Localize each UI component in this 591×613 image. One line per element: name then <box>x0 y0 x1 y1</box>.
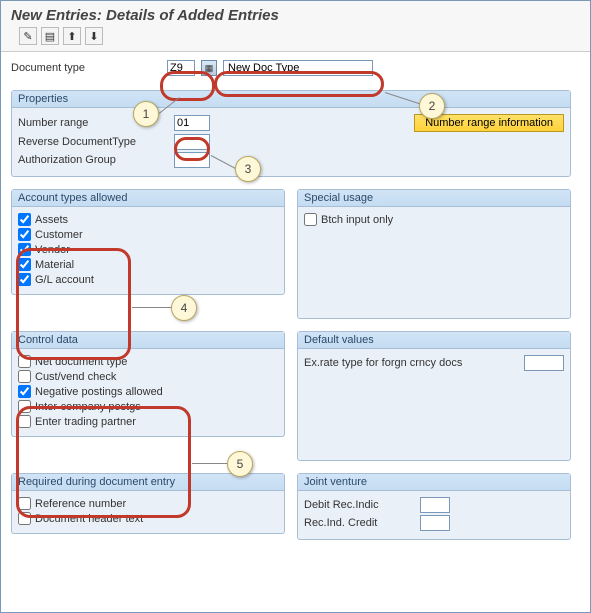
account-type-item: Material <box>18 258 278 271</box>
account-type-item: Customer <box>18 228 278 241</box>
title-bar: New Entries: Details of Added Entries ✎ … <box>1 1 590 52</box>
material-label: Material <box>35 259 74 271</box>
debit-rec-label: Debit Rec.Indic <box>304 499 414 511</box>
negative-postings-checkbox[interactable] <box>18 385 31 398</box>
credit-rec-row: Rec.Ind. Credit <box>304 515 564 531</box>
callout-tag-1: 1 <box>133 101 159 127</box>
cust-vend-check-label: Cust/vend check <box>35 371 116 383</box>
toolbar-next-icon[interactable]: ⬇ <box>85 27 103 45</box>
toolbar: ✎ ▤ ⬆ ⬇ <box>11 24 580 48</box>
content-body: Document type ▦ Properties Number range … <box>1 52 590 560</box>
document-type-search-help-icon[interactable]: ▦ <box>201 60 217 76</box>
control-data-item: Enter trading partner <box>18 415 278 428</box>
reverse-doc-type-input[interactable] <box>174 134 210 150</box>
assets-label: Assets <box>35 214 68 226</box>
reference-number-label: Reference number <box>35 498 126 510</box>
inter-company-checkbox[interactable] <box>18 400 31 413</box>
batch-input-only-label: Btch input only <box>321 214 393 226</box>
account-type-item: Vendor <box>18 243 278 256</box>
default-values-header: Default values <box>298 332 570 349</box>
control-data-item: Cust/vend check <box>18 370 278 383</box>
debit-rec-row: Debit Rec.Indic <box>304 497 564 513</box>
customer-checkbox[interactable] <box>18 228 31 241</box>
control-data-item: Inter-company postgs <box>18 400 278 413</box>
document-type-desc-input[interactable] <box>223 60 373 76</box>
toolbar-change-icon[interactable]: ✎ <box>19 27 37 45</box>
control-data-header: Control data <box>12 332 284 349</box>
callout-tag-2: 2 <box>419 93 445 119</box>
reverse-doc-type-label: Reverse DocumentType <box>18 136 168 148</box>
debit-rec-input[interactable] <box>420 497 450 513</box>
required-entry-item: Document header text <box>18 512 278 525</box>
joint-venture-group: Joint venture Debit Rec.Indic Rec.Ind. C… <box>297 473 571 540</box>
default-values-group: Default values Ex.rate type for forgn cr… <box>297 331 571 461</box>
document-type-code-input[interactable] <box>167 60 195 76</box>
document-type-row: Document type ▦ <box>11 60 582 76</box>
account-type-item: G/L account <box>18 273 278 286</box>
credit-rec-label: Rec.Ind. Credit <box>304 517 414 529</box>
number-range-row: Number range Number range information <box>18 114 564 132</box>
properties-group: Properties Number range Number range inf… <box>11 90 571 177</box>
callout-tag-4: 4 <box>171 295 197 321</box>
reverse-doc-type-row: Reverse DocumentType <box>18 134 564 150</box>
customer-label: Customer <box>35 229 83 241</box>
material-checkbox[interactable] <box>18 258 31 271</box>
gl-account-checkbox[interactable] <box>18 273 31 286</box>
ex-rate-row: Ex.rate type for forgn crncy docs <box>304 355 564 371</box>
negative-postings-label: Negative postings allowed <box>35 386 163 398</box>
auth-group-row: Authorization Group <box>18 152 564 168</box>
auth-group-label: Authorization Group <box>18 154 168 166</box>
page-title: New Entries: Details of Added Entries <box>11 7 580 24</box>
callout-tag-3: 3 <box>235 156 261 182</box>
reference-number-checkbox[interactable] <box>18 497 31 510</box>
net-doc-type-checkbox[interactable] <box>18 355 31 368</box>
special-usage-item: Btch input only <box>304 213 564 226</box>
special-usage-header: Special usage <box>298 190 570 207</box>
properties-header: Properties <box>12 91 570 108</box>
control-data-item: Net document type <box>18 355 278 368</box>
vendor-checkbox[interactable] <box>18 243 31 256</box>
inter-company-label: Inter-company postgs <box>35 401 141 413</box>
assets-checkbox[interactable] <box>18 213 31 226</box>
ex-rate-label: Ex.rate type for forgn crncy docs <box>304 357 518 369</box>
callout-tag-5: 5 <box>227 451 253 477</box>
account-types-group: Account types allowed Assets Customer <box>11 189 285 295</box>
toolbar-save-icon[interactable]: ▤ <box>41 27 59 45</box>
auth-group-input[interactable] <box>174 152 210 168</box>
ex-rate-input[interactable] <box>524 355 564 371</box>
doc-header-text-label: Document header text <box>35 513 143 525</box>
required-entry-group: Required during document entry Reference… <box>11 473 285 534</box>
toolbar-prev-icon[interactable]: ⬆ <box>63 27 81 45</box>
callout-connector <box>192 463 228 464</box>
callout-connector <box>132 307 172 308</box>
doc-header-text-checkbox[interactable] <box>18 512 31 525</box>
account-types-header: Account types allowed <box>12 190 284 207</box>
joint-venture-header: Joint venture <box>298 474 570 491</box>
account-type-item: Assets <box>18 213 278 226</box>
vendor-label: Vendor <box>35 244 70 256</box>
batch-input-only-checkbox[interactable] <box>304 213 317 226</box>
gl-account-label: G/L account <box>35 274 94 286</box>
app-window: New Entries: Details of Added Entries ✎ … <box>0 0 591 613</box>
control-data-group: Control data Net document type Cust/vend… <box>11 331 285 437</box>
special-usage-group: Special usage Btch input only <box>297 189 571 319</box>
required-entry-item: Reference number <box>18 497 278 510</box>
trading-partner-label: Enter trading partner <box>35 416 136 428</box>
net-doc-type-label: Net document type <box>35 356 127 368</box>
cust-vend-check-checkbox[interactable] <box>18 370 31 383</box>
number-range-input[interactable] <box>174 115 210 131</box>
credit-rec-input[interactable] <box>420 515 450 531</box>
trading-partner-checkbox[interactable] <box>18 415 31 428</box>
control-data-item: Negative postings allowed <box>18 385 278 398</box>
document-type-label: Document type <box>11 62 161 74</box>
